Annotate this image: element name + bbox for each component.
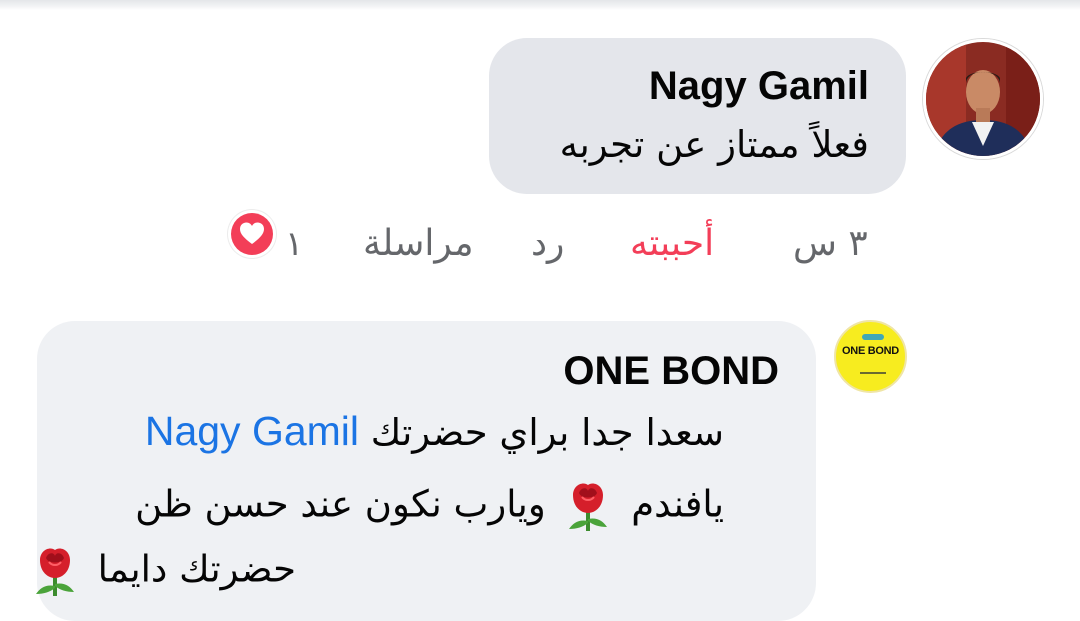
comment-bubble: ONE BOND Nagy Gamil سعدا جدا براي حضرتك … — [35, 321, 816, 621]
comment-text: يافندم — [631, 482, 724, 526]
heart-icon — [231, 213, 273, 255]
reaction-badge[interactable] — [228, 210, 276, 258]
like-button[interactable]: أحببته — [630, 220, 714, 268]
logo-script-mark — [862, 334, 884, 340]
reaction-count[interactable]: ١ — [285, 220, 303, 268]
message-button[interactable]: مراسلة — [363, 220, 474, 268]
logo-underline — [860, 372, 886, 374]
comment-text: سعدا جدا براي حضرتك — [370, 411, 724, 454]
comment-author[interactable]: ONE BOND — [563, 349, 779, 394]
comment-text-line: حضرتك دايما — [24, 544, 296, 598]
comment-text: حضرتك دايما — [97, 547, 296, 591]
comment-text-line: Nagy Gamil سعدا جدا براي حضرتك — [145, 407, 724, 457]
logo-text: ONE BOND — [842, 345, 899, 357]
top-shadow — [0, 0, 1080, 10]
comment-bubble: Nagy Gamil فعلاً ممتاز عن تجربه — [489, 38, 906, 194]
page-avatar[interactable]: ONE BOND — [834, 320, 907, 393]
comment-text-line: ويارب نكون عند حسن ظن يافندم — [135, 479, 724, 533]
mention-link[interactable]: Nagy Gamil — [145, 408, 359, 454]
avatar[interactable] — [923, 39, 1043, 159]
comment-text: فعلاً ممتاز عن تجربه — [559, 123, 869, 166]
comment-author[interactable]: Nagy Gamil — [649, 64, 869, 109]
comment-text: ويارب نكون عند حسن ظن — [135, 482, 546, 526]
rose-icon — [35, 548, 74, 596]
reply-button[interactable]: رد — [531, 220, 564, 268]
rose-icon — [569, 483, 608, 531]
comment-timestamp[interactable]: ٣ س — [793, 220, 868, 268]
avatar-photo — [926, 42, 1040, 156]
